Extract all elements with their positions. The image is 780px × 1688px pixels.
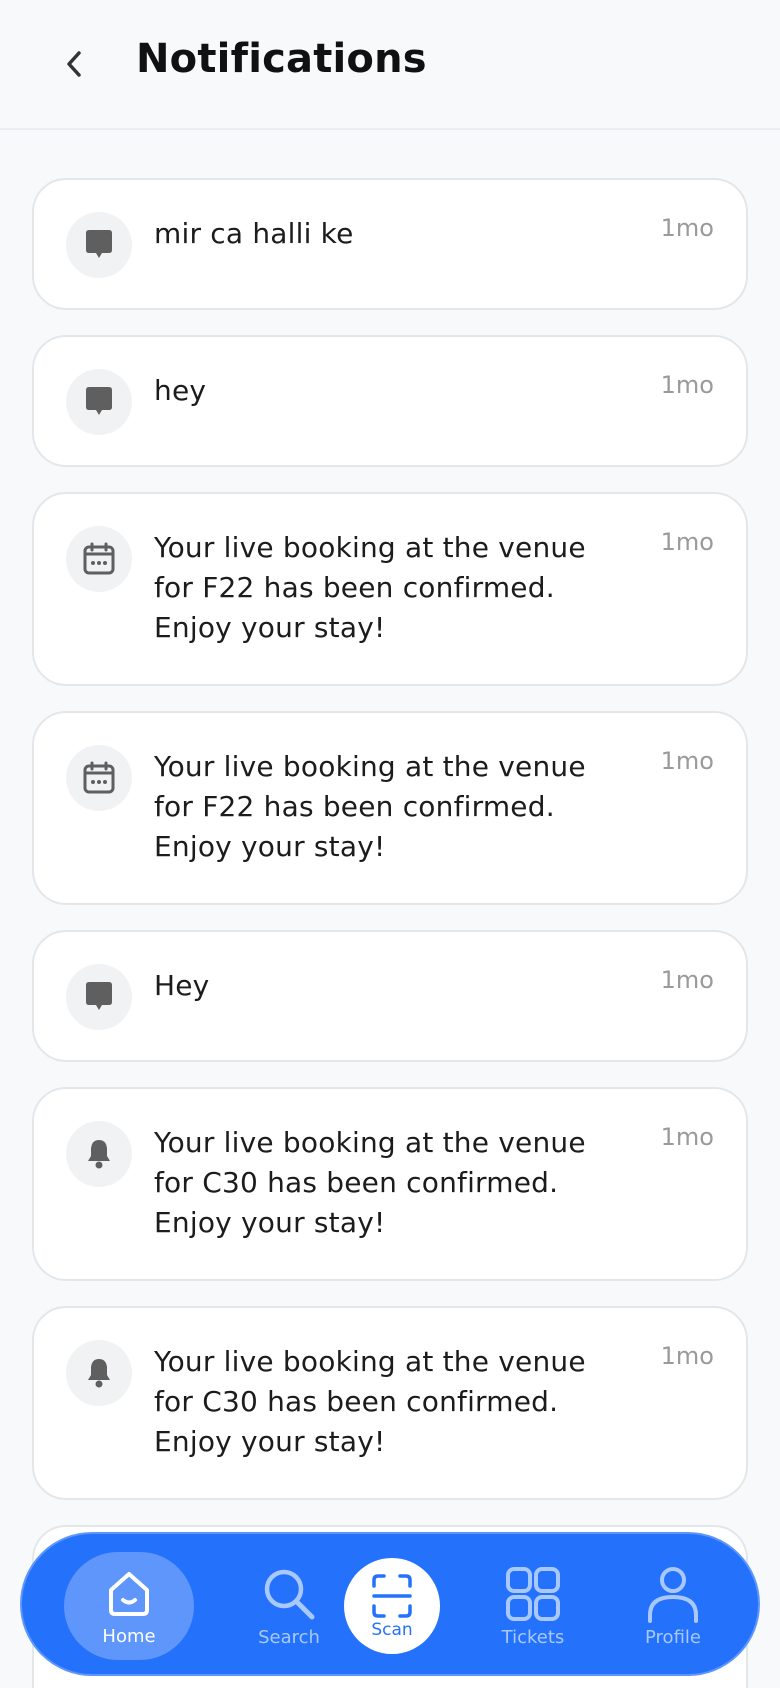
bell-icon	[66, 1340, 132, 1406]
home-icon	[109, 1571, 149, 1616]
bottom-nav: Home Search Scan Tickets Profile	[20, 1532, 760, 1676]
notification-item[interactable]: mir ca halli ke 1mo	[32, 178, 748, 310]
nav-label-tickets: Tickets	[501, 1626, 565, 1648]
notification-item[interactable]: Your live booking at the venue for F22 h…	[32, 711, 748, 905]
notification-time: 1mo	[660, 747, 714, 775]
nav-home[interactable]: Home	[64, 1534, 194, 1678]
notification-time: 1mo	[660, 371, 714, 399]
bell-icon	[66, 1121, 132, 1187]
notification-message: mir ca halli ke	[154, 217, 354, 250]
notification-item[interactable]: Your live booking at the venue for C30 h…	[32, 1306, 748, 1500]
chat-icon	[66, 212, 132, 278]
search-icon	[264, 1569, 315, 1619]
nav-profile[interactable]: Profile	[614, 1534, 732, 1678]
scan-button[interactable]: Scan	[344, 1558, 440, 1654]
notification-message: Hey	[154, 969, 210, 1002]
notification-message: Your live booking at the venue for F22 h…	[154, 531, 586, 644]
notification-item[interactable]: Your live booking at the venue for F22 h…	[32, 492, 748, 686]
nav-label-search: Search	[258, 1626, 320, 1648]
profile-icon	[648, 1566, 698, 1623]
nav-label-scan: Scan	[371, 1620, 413, 1640]
grid-icon	[506, 1566, 560, 1621]
nav-scan[interactable]: Scan	[344, 1534, 440, 1678]
calendar-icon	[66, 526, 132, 592]
app-header: Notifications	[0, 0, 780, 130]
notification-time: 1mo	[660, 1123, 714, 1151]
back-button[interactable]	[50, 40, 98, 88]
notification-time: 1mo	[660, 214, 714, 242]
page-title: Notifications	[136, 36, 427, 82]
notification-time: 1mo	[660, 528, 714, 556]
nav-tickets[interactable]: Tickets	[474, 1534, 592, 1678]
chevron-left-icon	[67, 51, 81, 77]
scan-icon	[372, 1574, 412, 1618]
calendar-icon	[66, 745, 132, 811]
notification-message: hey	[154, 374, 207, 407]
notification-time: 1mo	[660, 966, 714, 994]
notification-message: Your live booking at the venue for C30 h…	[154, 1126, 586, 1239]
notification-item[interactable]: Your live booking at the venue for C30 h…	[32, 1087, 748, 1281]
nav-search[interactable]: Search	[230, 1534, 348, 1678]
chat-icon	[66, 369, 132, 435]
nav-label-home: Home	[102, 1625, 156, 1647]
notification-list: mir ca halli ke 1mo hey 1mo Your live bo…	[32, 178, 748, 1688]
notification-item[interactable]: hey 1mo	[32, 335, 748, 467]
notification-time: 1mo	[660, 1342, 714, 1370]
chat-icon	[66, 964, 132, 1030]
notification-message: Your live booking at the venue for C30 h…	[154, 1345, 586, 1458]
notification-message: Your live booking at the venue for F22 h…	[154, 750, 586, 863]
nav-label-profile: Profile	[645, 1626, 701, 1648]
notification-item[interactable]: Hey 1mo	[32, 930, 748, 1062]
